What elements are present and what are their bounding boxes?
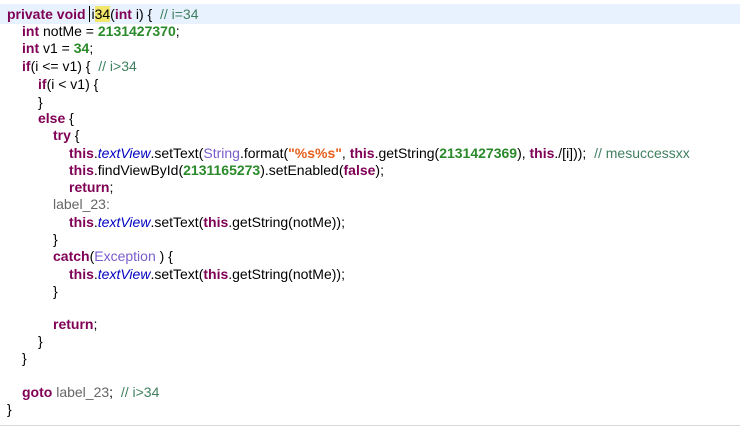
code-text: ; <box>93 316 98 332</box>
keyword: int <box>22 40 40 56</box>
code-text: i) { <box>131 6 160 22</box>
keyword: goto <box>22 384 53 400</box>
numeric-literal: 2131427369 <box>439 145 518 161</box>
code-text: { <box>70 127 80 143</box>
code-text: .format( <box>239 145 289 161</box>
keyword: if <box>38 76 47 92</box>
code-text: v1 = <box>39 40 74 56</box>
numeric-literal: 34 <box>73 40 90 56</box>
code-text: .getString(notMe)); <box>228 214 345 230</box>
code-editor[interactable]: private void i34(int i) { // i=34 int no… <box>0 0 740 426</box>
code-text: ; <box>109 179 114 195</box>
code-text: ; <box>109 384 121 400</box>
keyword: this <box>203 214 229 230</box>
code-text: } <box>22 350 27 366</box>
keyword: catch <box>53 248 90 264</box>
code-line-17[interactable]: } <box>0 281 740 301</box>
code-comment: // i>34 <box>120 384 160 400</box>
code-text: .findViewById( <box>93 162 184 178</box>
keyword: int <box>114 6 132 22</box>
keyword: this <box>69 214 94 230</box>
keyword: try <box>53 127 71 143</box>
code-label: label_23 <box>52 384 110 400</box>
code-text: ./[i])); <box>554 145 595 161</box>
code-text: notMe = <box>39 23 98 39</box>
code-text: ; <box>175 23 180 39</box>
code-line-8[interactable]: try { <box>0 125 740 145</box>
keyword: this <box>203 266 229 282</box>
code-text: .setText( <box>150 214 204 230</box>
keyword: this <box>529 145 555 161</box>
code-comment: // mesuccessxx <box>594 145 690 161</box>
code-line-12[interactable]: label_23: <box>0 194 740 214</box>
code-text: (i < v1) { <box>46 76 99 92</box>
keyword: return <box>53 316 94 332</box>
code-line-3[interactable]: int v1 = 34; <box>0 38 740 58</box>
code-text: { <box>65 110 74 126</box>
code-line-22[interactable]: } <box>0 399 740 419</box>
code-text: ), <box>517 145 530 161</box>
keyword: else <box>38 110 66 126</box>
method-name-highlight[interactable]: 34 <box>94 6 111 22</box>
code-line-5[interactable]: if(i < v1) { <box>0 74 740 94</box>
code-comment: // i>34 <box>98 58 137 74</box>
field-reference: textView <box>97 145 151 161</box>
numeric-literal: 2131165273 <box>183 162 261 178</box>
class-reference: Exception <box>94 248 156 264</box>
keyword: this <box>69 266 94 282</box>
code-line-15[interactable]: catch(Exception ) { <box>0 246 740 266</box>
code-text: ).setEnabled( <box>260 162 344 178</box>
code-comment: // i=34 <box>159 6 199 22</box>
code-text: .getString(notMe)); <box>228 266 345 282</box>
keyword: if <box>22 58 31 74</box>
code-text: .setText( <box>150 266 204 282</box>
code-text: ; <box>89 40 94 56</box>
code-text: } <box>53 283 58 299</box>
class-reference: String <box>203 145 240 161</box>
keyword: this <box>349 145 375 161</box>
keyword: false <box>343 162 376 178</box>
string-literal: "%s%s" <box>288 145 342 161</box>
code-line-20[interactable]: } <box>0 348 740 368</box>
code-label: label_23: <box>53 196 110 212</box>
code-text: (i <= v1) { <box>30 58 99 74</box>
keyword: int <box>22 23 40 39</box>
keyword: return <box>69 179 110 195</box>
keyword: this <box>69 162 94 178</box>
code-text: ) { <box>155 248 173 264</box>
numeric-literal: 2131427370 <box>97 23 176 39</box>
code-text: } <box>38 333 43 349</box>
code-text: .setText( <box>150 145 204 161</box>
code-text: } <box>7 401 12 417</box>
code-text: , <box>341 145 350 161</box>
keyword: this <box>69 145 94 161</box>
code-text: .getString( <box>374 145 440 161</box>
field-reference: textView <box>97 266 151 282</box>
code-text: ); <box>375 162 384 178</box>
keyword: private void <box>7 6 90 22</box>
field-reference: textView <box>97 214 151 230</box>
code-text: } <box>53 231 58 247</box>
code-line-4[interactable]: if(i <= v1) { // i>34 <box>0 56 740 76</box>
